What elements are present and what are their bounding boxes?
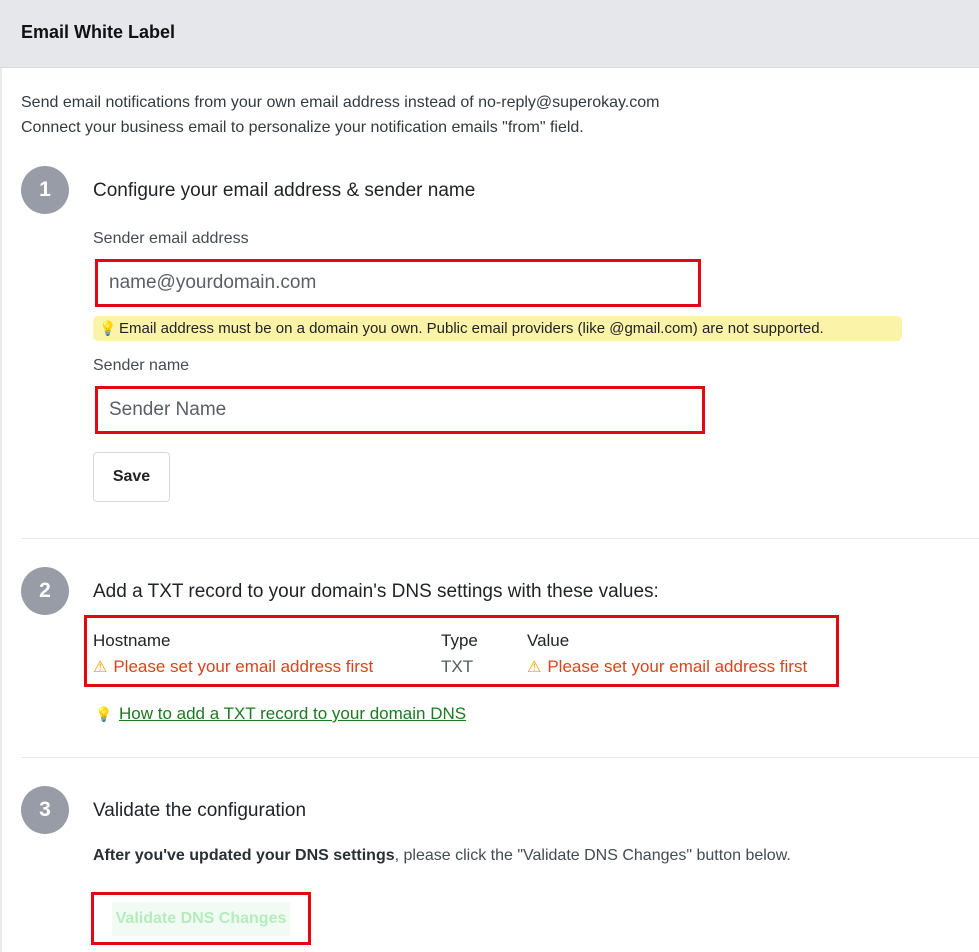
step-1-title: Configure your email address & sender na… bbox=[93, 180, 476, 201]
validate-description-bold: After you've updated your DNS settings bbox=[93, 847, 395, 864]
left-border bbox=[0, 68, 2, 952]
validate-description: After you've updated your DNS settings, … bbox=[93, 847, 791, 865]
domain-tip-text: Email address must be on a domain you ow… bbox=[119, 320, 824, 337]
section-divider-2 bbox=[21, 757, 979, 758]
validate-description-rest: , please click the "Validate DNS Changes… bbox=[394, 847, 791, 864]
sender-name-label: Sender name bbox=[93, 357, 190, 374]
sender-email-input[interactable] bbox=[95, 259, 701, 307]
type-cell: TXT bbox=[441, 657, 474, 676]
record-value: Please set your email address first bbox=[547, 657, 808, 676]
intro-text: Send email notifications from your own e… bbox=[21, 90, 659, 140]
step-2-title: Add a TXT record to your domain's DNS se… bbox=[93, 581, 659, 602]
sender-name-input[interactable] bbox=[95, 386, 705, 434]
step-3-badge: 3 bbox=[21, 786, 69, 834]
intro-line-1: Send email notifications from your own e… bbox=[21, 94, 660, 111]
hostname-cell: ⚠ Please set your email address first bbox=[93, 657, 373, 677]
section-divider-1 bbox=[21, 538, 979, 539]
warning-icon: ⚠ bbox=[527, 659, 542, 676]
page-title: Email White Label bbox=[21, 22, 176, 42]
step-2-badge: 2 bbox=[21, 567, 69, 615]
page-header: Email White Label bbox=[0, 0, 979, 68]
warning-icon: ⚠ bbox=[93, 659, 108, 676]
howto-row: 💡 How to add a TXT record to your domain… bbox=[95, 704, 466, 724]
value-cell: ⚠ Please set your email address first bbox=[527, 657, 807, 677]
lightbulb-icon: 💡 bbox=[99, 320, 117, 336]
validate-dns-button-label: Validate DNS Changes bbox=[111, 901, 291, 936]
column-header-hostname: Hostname bbox=[93, 631, 171, 650]
column-header-value: Value bbox=[527, 631, 570, 650]
lightbulb-icon: 💡 bbox=[95, 705, 113, 722]
validate-dns-button[interactable]: Validate DNS Changes bbox=[91, 892, 311, 945]
sender-email-label: Sender email address bbox=[93, 230, 249, 247]
dns-record-table: Hostname Type Value ⚠ Please set your ema… bbox=[84, 615, 839, 687]
column-header-type: Type bbox=[441, 631, 478, 650]
step-1-badge: 1 bbox=[21, 166, 69, 214]
hostname-value: Please set your email address first bbox=[113, 657, 374, 676]
intro-line-2: Connect your business email to personali… bbox=[21, 119, 584, 136]
domain-tip: 💡 Email address must be on a domain you … bbox=[93, 316, 902, 341]
howto-txt-record-link[interactable]: How to add a TXT record to your domain D… bbox=[119, 704, 466, 724]
save-button[interactable]: Save bbox=[93, 452, 170, 502]
step-3-title: Validate the configuration bbox=[93, 800, 307, 821]
